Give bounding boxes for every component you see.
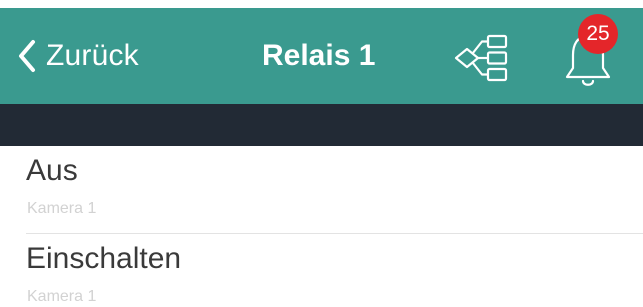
list-item-subtitle: Kamera 1 (27, 200, 97, 217)
chevron-left-icon (19, 40, 35, 72)
list-item-subtitle: Kamera 1 (27, 288, 97, 305)
back-label: Zurück (46, 39, 139, 72)
screen: Zurück Relais 1 25 Aus Kamera 1 Einschal… (0, 0, 643, 307)
list-item-title: Aus (26, 154, 78, 187)
navigation-bar: Zurück Relais 1 (0, 8, 643, 104)
list-item-title: Einschalten (26, 242, 182, 275)
notification-badge[interactable]: 25 (578, 14, 618, 54)
list-item[interactable]: Aus Kamera 1 (0, 146, 643, 234)
page-title: Relais 1 (262, 39, 376, 72)
hierarchy-icon[interactable] (452, 30, 512, 86)
back-button[interactable]: Zurück (18, 8, 139, 104)
list-item[interactable]: Einschalten Kamera 1 (0, 234, 643, 307)
section-header-bar (0, 104, 643, 146)
